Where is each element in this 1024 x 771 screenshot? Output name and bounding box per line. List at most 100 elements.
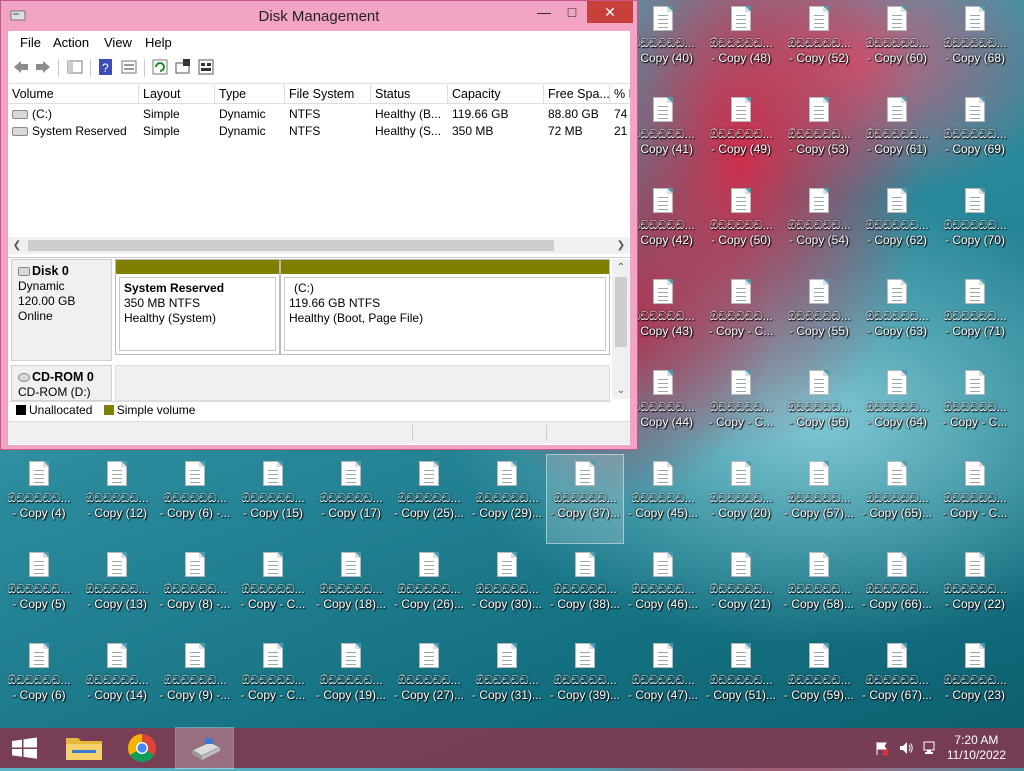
desktop-file[interactable]: ඕඞඞඞඞඞ... - Copy (70): [937, 182, 1013, 270]
desktop-file[interactable]: ඕඞඞඞඞඞ... - Copy (19)...: [313, 637, 389, 725]
desktop-file[interactable]: ඕඞඞඞඞඞ... - Copy (13): [79, 546, 155, 634]
desktop-file[interactable]: ඕඞඞඞඞඞ... - Copy (31)...: [469, 637, 545, 725]
maximize-button[interactable]: □: [559, 1, 585, 23]
scroll-left-icon[interactable]: ❮: [10, 237, 24, 254]
partition-c-drive[interactable]: (C:) 119.66 GB NTFS Healthy (Boot, Page …: [280, 259, 610, 355]
desktop-file[interactable]: ඕඞඞඞඞඞ... - Copy (47)...: [625, 637, 701, 725]
taskbar-clock[interactable]: 7:20 AM 11/10/2022: [947, 733, 1006, 763]
desktop-file[interactable]: ඕඞඞඞඞඞ... - Copy (54): [781, 182, 857, 270]
desktop-file[interactable]: ඕඞඞඞඞඞ... - Copy (49): [703, 91, 779, 179]
scroll-down-icon[interactable]: ⌄: [614, 382, 628, 399]
refresh-icon[interactable]: [151, 58, 169, 76]
desktop-file[interactable]: ඕඞඞඞඞඞ... - Copy (20): [703, 455, 779, 543]
desktop-file[interactable]: ඕඞඞඞඞඞ... - Copy - C...: [703, 273, 779, 361]
desktop-file[interactable]: ඕඞඞඞඞඞ... - Copy (66)...: [859, 546, 935, 634]
taskbar-chrome[interactable]: [114, 728, 170, 768]
desktop-file[interactable]: ඕඞඞඞඞඞ... - Copy (63): [859, 273, 935, 361]
desktop-file[interactable]: ඕඞඞඞඞඞ... - Copy (23): [937, 637, 1013, 725]
cdrom-0-info[interactable]: CD-ROM 0 CD-ROM (D:): [11, 365, 112, 401]
column-header-free-space[interactable]: Free Spa...: [544, 85, 610, 104]
horizontal-scrollbar[interactable]: ❮ ❯: [8, 237, 630, 254]
desktop-file[interactable]: ඕඞඞඞඞඞ... - Copy (6): [1, 637, 77, 725]
desktop-file[interactable]: ඕඞඞඞඞඞ... - Copy (22): [937, 546, 1013, 634]
column-header-volume[interactable]: Volume: [8, 85, 139, 104]
desktop-file[interactable]: ඕඞඞඞඞඞ... - Copy (25)...: [391, 455, 467, 543]
desktop-file[interactable]: ඕඞඞඞඞඞ... - Copy (27)...: [391, 637, 467, 725]
console-tree-icon[interactable]: [66, 58, 84, 76]
desktop-file[interactable]: ඕඞඞඞඞඞ... - Copy - C...: [937, 364, 1013, 452]
column-header-file-system[interactable]: File System: [285, 85, 371, 104]
menu-file[interactable]: File: [20, 35, 41, 50]
desktop-file[interactable]: ඕඞඞඞඞඞ... - Copy (21): [703, 546, 779, 634]
rescan-disks-icon[interactable]: [174, 58, 192, 76]
title-bar[interactable]: Disk Management — □ ✕: [1, 1, 637, 31]
column-header-percent-free[interactable]: % F: [610, 85, 630, 104]
desktop-file[interactable]: ඕඞඞඞඞඞ... - Copy (67)...: [859, 637, 935, 725]
properties-panel-icon[interactable]: [120, 58, 138, 76]
desktop-file[interactable]: ඕඞඞඞඞඞ... - Copy (61): [859, 91, 935, 179]
desktop-file[interactable]: ඕඞඞඞඞඞ... - Copy (59)...: [781, 637, 857, 725]
desktop-file[interactable]: ඕඞඞඞඞඞ... - Copy (8) -...: [157, 546, 233, 634]
column-header-layout[interactable]: Layout: [139, 85, 215, 104]
desktop-file[interactable]: ඕඞඞඞඞඞ... - Copy - C...: [235, 637, 311, 725]
desktop-file[interactable]: ඕඞඞඞඞඞ... - Copy (68): [937, 0, 1013, 88]
action-center-flag-icon[interactable]: [874, 740, 890, 756]
column-header-status[interactable]: Status: [371, 85, 448, 104]
desktop-file[interactable]: ඕඞඞඞඞඞ... - Copy (51)...: [703, 637, 779, 725]
desktop-file[interactable]: ඕඞඞඞඞඞ... - Copy (53): [781, 91, 857, 179]
menu-help[interactable]: Help: [145, 35, 172, 50]
desktop-file[interactable]: ඕඞඞඞඞඞ... - Copy (58)...: [781, 546, 857, 634]
disk-0-info[interactable]: Disk 0 Dynamic 120.00 GB Online: [11, 259, 112, 361]
desktop-file[interactable]: ඕඞඞඞඞඞ... - Copy (18)...: [313, 546, 389, 634]
desktop-file[interactable]: ඕඞඞඞඞඞ... - Copy (26)...: [391, 546, 467, 634]
desktop-file[interactable]: ඕඞඞඞඞඞ... - Copy (29)...: [469, 455, 545, 543]
desktop-file[interactable]: ඕඞඞඞඞඞ... - Copy (6) -...: [157, 455, 233, 543]
desktop-file[interactable]: ඕඞඞඞඞඞ... - Copy (30)...: [469, 546, 545, 634]
desktop-file[interactable]: ඕඞඞඞඞඞ... - Copy (52): [781, 0, 857, 88]
desktop-file[interactable]: ඕඞඞඞඞඞ... - Copy (46)...: [625, 546, 701, 634]
desktop-file[interactable]: ඕඞඞඞඞඞ... - Copy - C...: [937, 455, 1013, 543]
partition-system-reserved[interactable]: System Reserved 350 MB NTFS Healthy (Sys…: [115, 259, 280, 355]
desktop-file[interactable]: ඕඞඞඞඞඞ... - Copy (55): [781, 273, 857, 361]
close-button[interactable]: ✕: [587, 1, 633, 23]
desktop-file[interactable]: ඕඞඞඞඞඞ... - Copy (38)...: [547, 546, 623, 634]
horizontal-scroll-thumb[interactable]: [28, 240, 554, 251]
desktop-file[interactable]: ඕඞඞඞඞඞ... - Copy (69): [937, 91, 1013, 179]
desktop-file[interactable]: ඕඞඞඞඞඞ... - Copy (57)...: [781, 455, 857, 543]
desktop-file[interactable]: ඕඞඞඞඞඞ... - Copy (37)...: [546, 454, 624, 544]
desktop-file[interactable]: ඕඞඞඞඞඞ... - Copy (39)...: [547, 637, 623, 725]
scroll-up-icon[interactable]: ⌃: [614, 259, 628, 276]
desktop-file[interactable]: ඕඞඞඞඞඞ... - Copy (50): [703, 182, 779, 270]
help-icon[interactable]: ?: [97, 58, 115, 76]
desktop-file[interactable]: ඕඞඞඞඞඞ... - Copy - C...: [235, 546, 311, 634]
volume-icon[interactable]: [898, 740, 914, 756]
network-icon[interactable]: [922, 740, 938, 756]
desktop-file[interactable]: ඕඞඞඞඞඞ... - Copy (62): [859, 182, 935, 270]
desktop-file[interactable]: ඕඞඞඞඞඞ... - Copy (45)...: [625, 455, 701, 543]
desktop-file[interactable]: ඕඞඞඞඞඞ... - Copy (15): [235, 455, 311, 543]
desktop-file[interactable]: ඕඞඞඞඞඞ... - Copy (71): [937, 273, 1013, 361]
desktop-file[interactable]: ඕඞඞඞඞඞ... - Copy (17): [313, 455, 389, 543]
desktop-file[interactable]: ඕඞඞඞඞඞ... - Copy (14): [79, 637, 155, 725]
desktop-file[interactable]: ඕඞඞඞඞඞ... - Copy (64): [859, 364, 935, 452]
column-header-type[interactable]: Type: [215, 85, 285, 104]
cdrom-area[interactable]: [115, 365, 610, 401]
desktop-file[interactable]: ඕඞඞඞඞඞ... - Copy (60): [859, 0, 935, 88]
desktop-file[interactable]: ඕඞඞඞඞඞ... - Copy (12): [79, 455, 155, 543]
scroll-right-icon[interactable]: ❯: [614, 237, 628, 254]
vertical-scroll-thumb[interactable]: [615, 277, 627, 347]
taskbar-file-explorer[interactable]: [56, 728, 112, 768]
minimize-button[interactable]: —: [531, 1, 557, 23]
desktop-file[interactable]: ඕඞඞඞඞඞ... - Copy (4): [1, 455, 77, 543]
menu-view[interactable]: View: [104, 35, 132, 50]
desktop-file[interactable]: ඕඞඞඞඞඞ... - Copy (65)...: [859, 455, 935, 543]
desktop-file[interactable]: ඕඞඞඞඞඞ... - Copy (9) -...: [157, 637, 233, 725]
desktop-file[interactable]: ඕඞඞඞඞඞ... - Copy (5): [1, 546, 77, 634]
forward-arrow-icon[interactable]: [34, 58, 52, 76]
desktop-file[interactable]: ඕඞඞඞඞඞ... - Copy - C...: [703, 364, 779, 452]
desktop-file[interactable]: ඕඞඞඞඞඞ... - Copy (56): [781, 364, 857, 452]
menu-action[interactable]: Action: [53, 35, 89, 50]
back-arrow-icon[interactable]: [12, 58, 30, 76]
start-button[interactable]: [0, 728, 56, 768]
settings-list-icon[interactable]: [197, 58, 215, 76]
